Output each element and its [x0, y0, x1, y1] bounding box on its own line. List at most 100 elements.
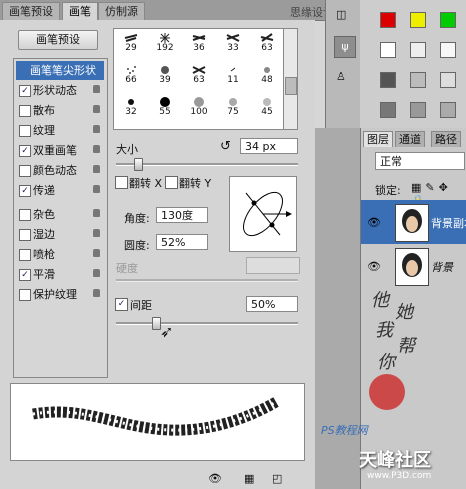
- spacing-checkbox[interactable]: ✓: [115, 298, 128, 311]
- brush-tip-grid[interactable]: 29 192 36 33 63 66 39 63 11 48 32 55 100…: [113, 28, 285, 130]
- angle-roundness-graphic: [243, 191, 292, 237]
- tab-brush-presets[interactable]: 画笔预设: [2, 2, 60, 20]
- size-field[interactable]: 34 px: [240, 138, 298, 154]
- tab-clone-source[interactable]: 仿制源: [98, 2, 145, 20]
- angle-field[interactable]: 130度: [156, 207, 208, 223]
- brush-tip[interactable]: 45: [250, 95, 284, 120]
- checkbox-checked[interactable]: ✓: [19, 269, 31, 281]
- tab-channels[interactable]: 通道: [395, 131, 425, 147]
- tab-brush[interactable]: 画笔: [62, 2, 98, 20]
- layer-name[interactable]: 背景: [431, 259, 453, 275]
- spacing-field[interactable]: 50%: [246, 296, 298, 312]
- brush-panel-icon[interactable]: ψ: [334, 36, 356, 58]
- reset-size-icon[interactable]: ↺: [220, 139, 231, 154]
- brush-tip[interactable]: 63: [182, 63, 216, 88]
- option-airbrush[interactable]: 喷枪: [16, 245, 104, 264]
- tab-paths[interactable]: 路径: [431, 131, 461, 147]
- brush-tip-icon: [229, 98, 237, 106]
- blend-mode-select[interactable]: 正常: [375, 152, 465, 170]
- brush-tip[interactable]: 192: [148, 31, 182, 56]
- lock-icon[interactable]: [93, 185, 100, 193]
- option-color-dynamics[interactable]: 颜色动态: [16, 161, 104, 180]
- visibility-eye-icon[interactable]: 👁: [367, 260, 381, 273]
- checkbox-checked[interactable]: ✓: [19, 85, 31, 97]
- brush-tip[interactable]: 11: [216, 63, 250, 88]
- style-swatch[interactable]: [410, 72, 426, 88]
- option-smoothing[interactable]: ✓ 平滑: [16, 265, 104, 284]
- layer-row-selected[interactable]: 👁 背景副本: [361, 200, 466, 244]
- option-dual-brush[interactable]: ✓ 双重画笔: [16, 141, 104, 160]
- option-transfer[interactable]: ✓ 传递: [16, 181, 104, 200]
- style-swatch[interactable]: [380, 42, 396, 58]
- eye-icon[interactable]: 👁: [208, 472, 222, 485]
- size-slider-knob[interactable]: [133, 158, 143, 171]
- checkbox-unchecked[interactable]: [19, 249, 31, 261]
- size-slider-track[interactable]: [116, 163, 298, 166]
- spacing-slider-track[interactable]: [116, 322, 298, 325]
- style-swatch[interactable]: [410, 12, 426, 28]
- checkbox-checked[interactable]: ✓: [19, 185, 31, 197]
- option-shape-dynamics[interactable]: ✓ 形状动态: [16, 81, 104, 100]
- style-swatch[interactable]: [380, 102, 396, 118]
- checkbox-unchecked[interactable]: [19, 229, 31, 241]
- checkbox-unchecked[interactable]: [19, 289, 31, 301]
- visibility-eye-icon[interactable]: 👁: [367, 216, 381, 229]
- history-icon[interactable]: ◫: [336, 8, 346, 21]
- style-swatch[interactable]: [440, 42, 456, 58]
- brush-tip[interactable]: 39: [148, 63, 182, 88]
- lock-icon[interactable]: [93, 209, 100, 217]
- brush-grid-scrollbar[interactable]: [283, 28, 298, 130]
- style-swatch[interactable]: [410, 102, 426, 118]
- checkbox-unchecked[interactable]: [19, 209, 31, 221]
- layer-name[interactable]: 背景副本: [431, 215, 466, 231]
- style-swatch[interactable]: [440, 102, 456, 118]
- brush-tip[interactable]: 32: [114, 95, 148, 120]
- lock-icon[interactable]: [93, 85, 100, 93]
- checkbox-unchecked[interactable]: [19, 105, 31, 117]
- lock-icon[interactable]: [93, 125, 100, 133]
- brush-tip[interactable]: 66: [114, 63, 148, 88]
- option-texture[interactable]: 纹理: [16, 121, 104, 140]
- layers-panel: 图层 通道 路径 正常 锁定: ▦✎✥🔒 👁 背景副本 👁 背景 他 她 我 帮…: [321, 128, 466, 489]
- style-swatch[interactable]: [410, 42, 426, 58]
- brush-tip[interactable]: 36: [182, 31, 216, 56]
- angle-preview-widget[interactable]: [229, 176, 297, 252]
- brush-tip[interactable]: 33: [216, 31, 250, 56]
- option-protect-texture[interactable]: 保护纹理: [16, 285, 104, 304]
- flip-x-checkbox[interactable]: [115, 176, 128, 189]
- grid-icon[interactable]: ▦: [244, 472, 254, 485]
- flip-y-checkbox[interactable]: [165, 176, 178, 189]
- brush-presets-button[interactable]: 画笔预设: [18, 30, 98, 50]
- brush-tip[interactable]: 75: [216, 95, 250, 120]
- option-noise[interactable]: 杂色: [16, 205, 104, 224]
- lock-icon[interactable]: [93, 229, 100, 237]
- brush-tip[interactable]: 48: [250, 63, 284, 88]
- style-swatch[interactable]: [380, 72, 396, 88]
- option-scattering[interactable]: 散布: [16, 101, 104, 120]
- brush-tip[interactable]: 63: [250, 31, 284, 56]
- brush-tip[interactable]: 100: [182, 95, 216, 120]
- scrollbar-thumb[interactable]: [285, 77, 297, 95]
- clone-stamp-icon[interactable]: ♙: [336, 70, 346, 83]
- lock-icon[interactable]: [93, 105, 100, 113]
- lock-icon[interactable]: [93, 269, 100, 277]
- checkbox-unchecked[interactable]: [19, 165, 31, 177]
- signature-char: 他: [371, 290, 389, 311]
- lock-icon[interactable]: [93, 289, 100, 297]
- option-wet-edges[interactable]: 湿边: [16, 225, 104, 244]
- lock-icon[interactable]: [93, 165, 100, 173]
- option-brush-tip-shape[interactable]: 画笔笔尖形状: [16, 61, 104, 80]
- brush-tip[interactable]: 29: [114, 31, 148, 56]
- lock-icon[interactable]: [93, 145, 100, 153]
- lock-icon[interactable]: [93, 249, 100, 257]
- brush-tip[interactable]: 55: [148, 95, 182, 120]
- checkbox-checked[interactable]: ✓: [19, 145, 31, 157]
- layer-row[interactable]: 👁 背景: [361, 244, 466, 288]
- style-swatch[interactable]: [380, 12, 396, 28]
- style-swatch[interactable]: [440, 72, 456, 88]
- style-swatch[interactable]: [440, 12, 456, 28]
- new-preset-icon[interactable]: ◰: [272, 472, 282, 485]
- roundness-field[interactable]: 52%: [156, 234, 208, 250]
- checkbox-unchecked[interactable]: [19, 125, 31, 137]
- tab-layers[interactable]: 图层: [363, 131, 393, 147]
